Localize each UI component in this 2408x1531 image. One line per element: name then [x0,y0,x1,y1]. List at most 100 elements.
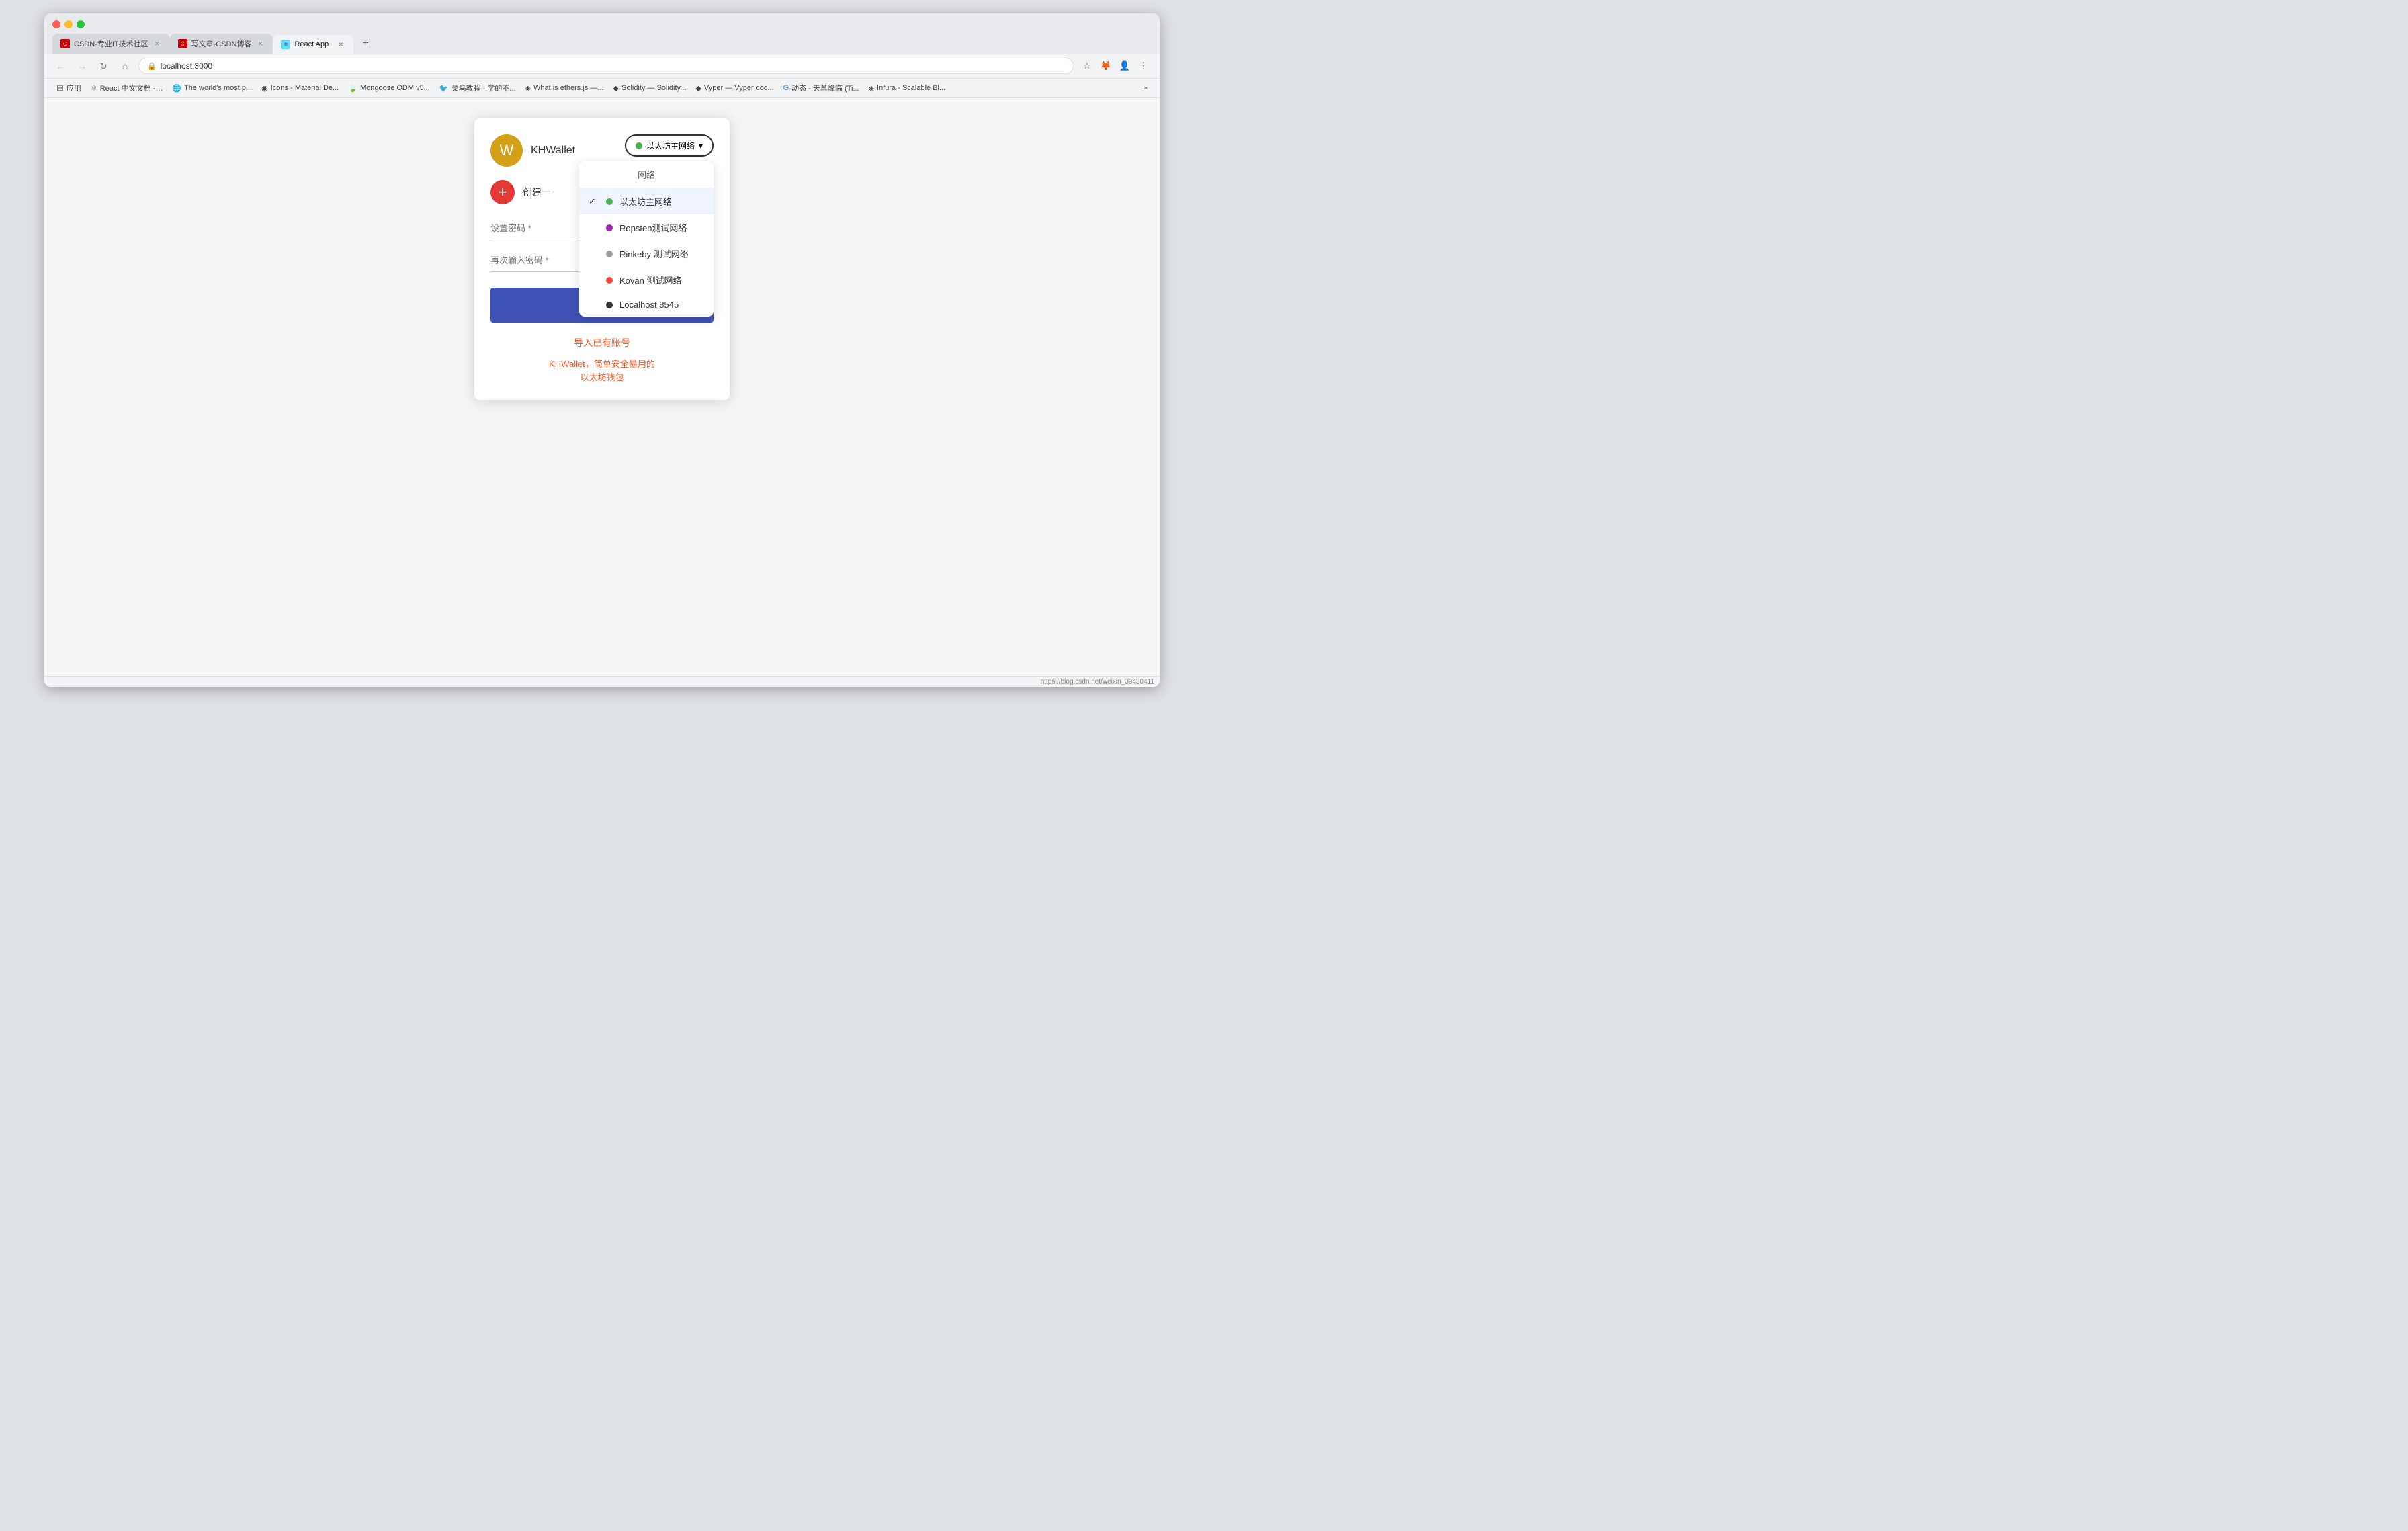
vyper-favicon: ◆ [695,84,701,93]
move-favicon: G [783,84,789,92]
bookmark-react-docs-label: React 中文文档 -… [100,83,163,93]
status-bar: https://blog.csdn.net/weixin_39430411 [44,676,1160,687]
tab-title-csdn1: CSDN-专业IT技术社区 [74,38,148,49]
wallet-name: KHWallet [531,144,575,157]
bookmark-solidity[interactable]: ◆ Solidity — Solidity... [609,83,691,94]
bookmark-mongoose-label: Mongoose ODM v5... [360,84,430,92]
network-option-rinkeby[interactable]: Rinkeby 测试网络 [579,241,714,267]
dropdown-header: 网络 [579,161,714,188]
new-tab-btn[interactable]: + [356,34,375,53]
wallet-header: W KHWallet 以太坊主网络 ▾ 网络 ✓ [490,134,714,167]
tab-title-react: React App [294,40,332,48]
url-text: localhost:3000 [161,61,1065,71]
network-option-rinkeby-label: Rinkeby 测试网络 [619,247,689,260]
tab-csdn2[interactable]: C 写文章-CSDN博客 ✕ [170,34,273,54]
bookmark-move-label: 动态 - 天草降临 (Ti... [791,83,859,93]
bookmark-mongoose[interactable]: 🍃 Mongoose ODM v5... [344,83,434,94]
url-bar[interactable]: 🔒 localhost:3000 [138,58,1074,74]
tab-csdn1[interactable]: C CSDN-专业IT技术社区 ✕ [52,34,170,54]
window-controls [52,20,1152,28]
network-button[interactable]: 以太坊主网络 ▾ [625,134,714,157]
icons-favicon: ◉ [261,84,268,93]
runoob-favicon: 🐦 [439,84,449,93]
chevron-down-icon: ▾ [699,141,703,151]
mainnet-dot [606,198,613,205]
bookmark-world[interactable]: 🌐 The world's most p... [168,83,256,94]
bookmark-solidity-label: Solidity — Solidity... [621,84,686,92]
network-option-ropsten[interactable]: Ropsten测试网络 [579,214,714,241]
minimize-window-btn[interactable] [64,20,73,28]
tab-bar: C CSDN-专业IT技术社区 ✕ C 写文章-CSDN博客 ✕ ⚛ React… [52,34,1152,54]
close-window-btn[interactable] [52,20,60,28]
tab-title-csdn2: 写文章-CSDN博客 [191,38,252,49]
mongoose-favicon: 🍃 [348,84,357,93]
bookmark-runoob-label: 菜鸟教程 - 学的不... [452,83,516,93]
bookmark-runoob[interactable]: 🐦 菜鸟教程 - 学的不... [435,81,520,95]
maximize-window-btn[interactable] [77,20,85,28]
kovan-dot [606,277,613,284]
bookmark-apps[interactable]: ⊞ 应用 [52,81,85,95]
forward-btn[interactable]: → [74,58,90,74]
title-bar: C CSDN-专业IT技术社区 ✕ C 写文章-CSDN博客 ✕ ⚛ React… [44,13,1160,54]
star-btn[interactable]: ☆ [1079,58,1095,74]
ethers-favicon: ◈ [525,84,531,93]
network-active-dot [636,142,642,149]
bookmark-move[interactable]: G 动态 - 天草降临 (Ti... [779,81,863,95]
network-option-localhost[interactable]: Localhost 8545 [579,293,714,317]
bookmarks-more-btn[interactable]: » [1140,83,1152,93]
ropsten-dot [606,224,613,231]
apps-icon: ⊞ [56,83,64,93]
tab-favicon-react: ⚛ [281,40,290,49]
bookmark-ethers[interactable]: ◈ What is ethers.js —... [521,83,608,94]
import-link[interactable]: 导入已有账号 [490,336,714,349]
network-option-mainnet-label: 以太坊主网络 [619,195,672,208]
wallet-card: W KHWallet 以太坊主网络 ▾ 网络 ✓ [474,118,730,400]
menu-btn[interactable]: ⋮ [1135,58,1152,74]
add-icon: + [499,183,507,201]
rinkeby-dot [606,251,613,257]
bookmark-infura-label: Infura - Scalable Bl... [877,84,945,92]
tagline-line2: 以太坊钱包 [490,371,714,384]
create-text: 创建一 [523,185,551,199]
network-btn-label: 以太坊主网络 [646,140,695,151]
browser-window: C CSDN-专业IT技术社区 ✕ C 写文章-CSDN博客 ✕ ⚛ React… [44,13,1160,687]
refresh-btn[interactable]: ↻ [95,58,112,74]
tab-close-react[interactable]: ✕ [336,40,345,49]
checkmark-icon: ✓ [589,196,599,207]
infura-favicon: ◈ [869,84,874,93]
wallet-logo: W [490,134,523,167]
bookmark-infura[interactable]: ◈ Infura - Scalable Bl... [865,83,950,94]
bookmark-vyper[interactable]: ◆ Vyper — Vyper doc... [691,83,777,94]
back-btn[interactable]: ← [52,58,69,74]
solidity-favicon: ◆ [613,84,619,93]
bookmark-ethers-label: What is ethers.js —... [533,84,604,92]
profile-btn[interactable]: 👤 [1117,58,1133,74]
tab-close-csdn1[interactable]: ✕ [153,39,162,48]
bookmarks-bar: ⊞ 应用 ⚛ React 中文文档 -… 🌐 The world's most … [44,79,1160,98]
localhost-dot [606,302,613,308]
network-option-kovan[interactable]: Kovan 测试网络 [579,267,714,293]
status-url: https://blog.csdn.net/weixin_39430411 [1041,678,1154,686]
tab-close-csdn2[interactable]: ✕ [255,39,265,48]
nav-actions: ☆ 🦊 👤 ⋮ [1079,58,1152,74]
address-bar: ← → ↻ ⌂ 🔒 localhost:3000 ☆ 🦊 👤 ⋮ [44,54,1160,79]
network-option-ropsten-label: Ropsten测试网络 [619,221,687,234]
add-account-btn[interactable]: + [490,180,515,204]
tab-favicon-csdn1: C [60,39,70,48]
bookmark-icons-label: Icons - Material De... [271,84,339,92]
network-dropdown: 网络 ✓ 以太坊主网络 Ropsten测试网络 [579,161,714,317]
bookmark-react-docs[interactable]: ⚛ React 中文文档 -… [87,81,167,95]
lock-icon: 🔒 [147,62,157,71]
react-docs-favicon: ⚛ [91,84,97,93]
network-selector: 以太坊主网络 ▾ 网络 ✓ 以太坊主网络 [625,134,714,157]
bookmark-icons[interactable]: ◉ Icons - Material De... [257,83,343,94]
metamask-btn[interactable]: 🦊 [1098,58,1114,74]
wallet-logo-text: W [500,142,514,159]
tagline: KHWallet，简单安全易用的 以太坊钱包 [490,358,714,384]
world-favicon: 🌐 [172,84,181,93]
home-btn[interactable]: ⌂ [117,58,133,74]
network-option-mainnet[interactable]: ✓ 以太坊主网络 [579,188,714,214]
page-content: W KHWallet 以太坊主网络 ▾ 网络 ✓ [44,98,1160,676]
tab-react[interactable]: ⚛ React App ✕ [273,35,353,54]
tagline-line1: KHWallet，简单安全易用的 [490,358,714,371]
